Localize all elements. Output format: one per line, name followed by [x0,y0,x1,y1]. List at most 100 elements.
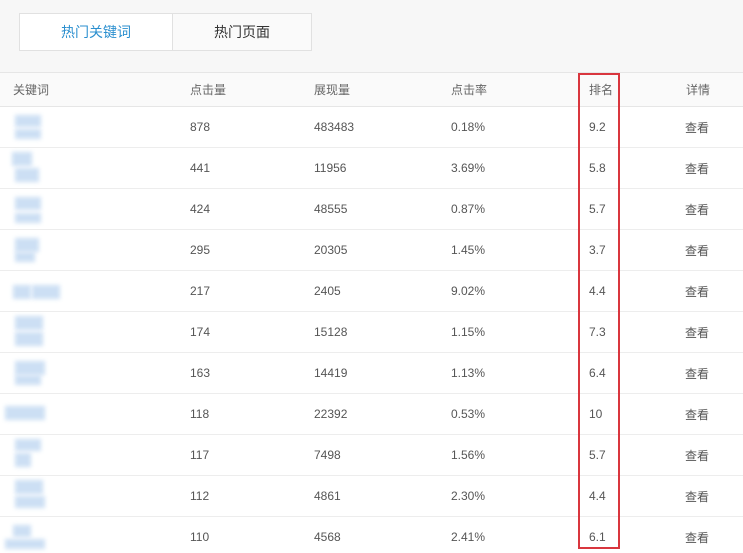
redacted-keyword-block [15,316,43,330]
impressions-cell: 7498 [314,448,341,462]
redacted-keyword-block [13,525,31,537]
ctr-cell: 0.18% [451,120,486,134]
table-row: 112 4861 2.30% 4.4 查看 [0,476,743,517]
keyword-cell-redacted [0,230,80,270]
view-detail-link[interactable]: 查看 [685,107,709,147]
redacted-keyword-block [15,238,39,252]
rank-cell: 4.4 [589,284,606,298]
tab-bar: 热门关键词 热门页面 [0,0,743,72]
ctr-cell: 0.87% [451,202,486,216]
ctr-cell: 3.69% [451,161,486,175]
column-header-clicks: 点击量 [190,83,227,97]
rank-cell: 3.7 [589,243,606,257]
impressions-cell: 11956 [314,161,347,175]
tab-hot-pages[interactable]: 热门页面 [173,14,311,50]
keyword-cell-redacted [0,394,80,434]
view-detail-link[interactable]: 查看 [685,271,709,311]
redacted-keyword-block [15,361,45,375]
column-header-impressions: 展现量 [314,83,351,97]
column-header-detail: 详情 [686,83,711,97]
redacted-keyword-block [15,439,41,451]
clicks-cell: 112 [190,489,210,503]
ctr-cell: 9.02% [451,284,486,298]
clicks-cell: 110 [190,530,210,544]
impressions-cell: 48555 [314,202,348,216]
ctr-cell: 1.15% [451,325,486,339]
column-header-ctr: 点击率 [451,83,488,97]
rank-cell: 7.3 [589,325,606,339]
keyword-cell-redacted [0,476,80,516]
view-detail-link[interactable]: 查看 [685,148,709,188]
redacted-keyword-block [15,252,35,262]
table-row: 878 483483 0.18% 9.2 查看 [0,107,743,148]
redacted-keyword-block [15,168,39,182]
view-detail-link[interactable]: 查看 [685,476,709,516]
view-detail-link[interactable]: 查看 [685,312,709,352]
view-detail-link[interactable]: 查看 [685,230,709,270]
table-row: 217 2405 9.02% 4.4 查看 [0,271,743,312]
ctr-cell: 1.13% [451,366,486,380]
redacted-keyword-block [15,129,41,139]
rank-cell: 5.8 [589,161,606,175]
keyword-cell-redacted [0,148,80,188]
impressions-cell: 483483 [314,120,355,134]
table-row: 110 4568 2.41% 6.1 查看 [0,517,743,553]
redacted-keyword-block [5,539,45,549]
clicks-cell: 117 [190,448,210,462]
view-detail-link[interactable]: 查看 [685,189,709,229]
ctr-cell: 2.30% [451,489,486,503]
rank-cell: 5.7 [589,202,606,216]
table-row: 174 15128 1.15% 7.3 查看 [0,312,743,353]
redacted-keyword-block [32,285,60,299]
rank-cell: 10 [589,407,603,421]
rank-cell: 6.1 [589,530,606,544]
table-row: 117 7498 1.56% 5.7 查看 [0,435,743,476]
impressions-cell: 22392 [314,407,348,421]
keyword-cell-redacted [0,517,80,553]
rank-cell: 6.4 [589,366,606,380]
impressions-cell: 2405 [314,284,341,298]
clicks-cell: 295 [190,243,211,257]
redacted-keyword-block [15,496,45,508]
redacted-keyword-block [15,375,41,385]
redacted-keyword-block [15,332,43,346]
clicks-cell: 424 [190,202,211,216]
redacted-keyword-block [5,406,45,420]
tab-hot-keywords[interactable]: 热门关键词 [20,14,173,50]
view-detail-link[interactable]: 查看 [685,353,709,393]
column-header-rank: 排名 [589,83,614,97]
impressions-cell: 14419 [314,366,348,380]
tab-group: 热门关键词 热门页面 [19,13,312,51]
clicks-cell: 118 [190,407,210,421]
redacted-keyword-block [13,285,31,299]
view-detail-link[interactable]: 查看 [685,394,709,434]
table-row: 424 48555 0.87% 5.7 查看 [0,189,743,230]
ctr-cell: 2.41% [451,530,486,544]
ctr-cell: 1.45% [451,243,486,257]
view-detail-link[interactable]: 查看 [685,435,709,475]
impressions-cell: 4568 [314,530,341,544]
clicks-cell: 878 [190,120,211,134]
table-body: 878 483483 0.18% 9.2 查看 441 11956 3.69% … [0,107,743,553]
keyword-table: 关键词 点击量 展现量 点击率 排名 详情 878 483483 0.18% 9… [0,72,743,553]
clicks-cell: 174 [190,325,211,339]
impressions-cell: 20305 [314,243,348,257]
clicks-cell: 163 [190,366,211,380]
redacted-keyword-block [15,213,41,223]
redacted-keyword-block [15,197,41,210]
rank-cell: 5.7 [589,448,606,462]
view-detail-link[interactable]: 查看 [685,517,709,553]
redacted-keyword-block [12,152,32,166]
table-header: 关键词 点击量 展现量 点击率 排名 详情 [0,73,743,107]
rank-cell: 4.4 [589,489,606,503]
keyword-cell-redacted [0,107,80,147]
keyword-report-page: 热门关键词 热门页面 关键词 点击量 展现量 点击率 排名 详情 878 483… [0,0,743,553]
redacted-keyword-block [15,453,31,467]
keyword-cell-redacted [0,271,80,311]
ctr-cell: 1.56% [451,448,486,462]
redacted-keyword-block [15,480,43,494]
table-row: 163 14419 1.13% 6.4 查看 [0,353,743,394]
keyword-cell-redacted [0,189,80,229]
ctr-cell: 0.53% [451,407,486,421]
table-row: 295 20305 1.45% 3.7 查看 [0,230,743,271]
